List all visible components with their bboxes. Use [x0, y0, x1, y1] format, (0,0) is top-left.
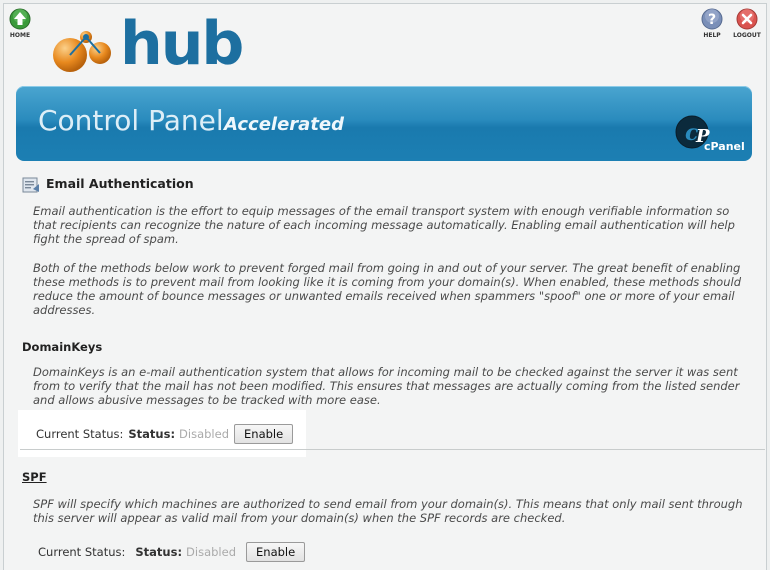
- page-title: Email Authentication: [46, 176, 194, 191]
- domainkeys-status-row: Current Status: Status: Disabled Enable: [36, 424, 294, 444]
- spf-description: SPF will specify which machines are auth…: [33, 497, 743, 525]
- home-arrow-icon: [9, 8, 31, 30]
- home-label: HOME: [9, 32, 31, 39]
- spf-status-label: Status:: [135, 545, 183, 559]
- domainkeys-status-label: Status:: [128, 427, 176, 441]
- intro-paragraph-1: Email authentication is the effort to eq…: [33, 204, 735, 246]
- section-divider: [20, 449, 765, 450]
- spf-heading: SPF: [22, 470, 47, 484]
- logo-text: hub: [120, 9, 244, 79]
- domainkeys-description: DomainKeys is an e-mail authentication s…: [33, 365, 740, 407]
- spf-status-value: Disabled: [186, 545, 237, 559]
- help-label: HELP: [703, 32, 721, 39]
- spf-status-row: Current Status: Status: Disabled Enable: [38, 542, 306, 562]
- help-button[interactable]: ? HELP: [697, 8, 727, 39]
- svg-text:?: ?: [708, 12, 716, 28]
- banner-subtitle: Accelerated: [224, 114, 345, 135]
- domainkeys-status-value: Disabled: [179, 427, 230, 441]
- domainkeys-enable-button[interactable]: Enable: [234, 424, 294, 444]
- logout-label: LOGOUT: [733, 32, 761, 39]
- banner-title: Control Panel: [38, 104, 224, 137]
- spf-current-status-label: Current Status:: [38, 545, 126, 559]
- domainkeys-heading: DomainKeys: [22, 340, 103, 354]
- cpanel-brand-text: cPanel: [704, 140, 745, 153]
- cpanel-logo: c P cPanel: [674, 112, 745, 156]
- spf-enable-button[interactable]: Enable: [246, 542, 306, 562]
- hub-logo-bubbles-icon: [53, 31, 111, 72]
- logout-button[interactable]: LOGOUT: [732, 8, 762, 39]
- close-icon: [736, 8, 758, 30]
- home-button[interactable]: HOME: [5, 8, 35, 39]
- intro-paragraph-2: Both of the methods below work to preven…: [33, 261, 741, 317]
- domainkeys-current-status-label: Current Status:: [36, 427, 124, 441]
- question-icon: ?: [701, 8, 723, 30]
- email-auth-icon: [22, 176, 40, 194]
- hub-logo: hub: [50, 9, 250, 79]
- control-panel-banner: Control Panel Accelerated c P cPanel: [16, 86, 752, 161]
